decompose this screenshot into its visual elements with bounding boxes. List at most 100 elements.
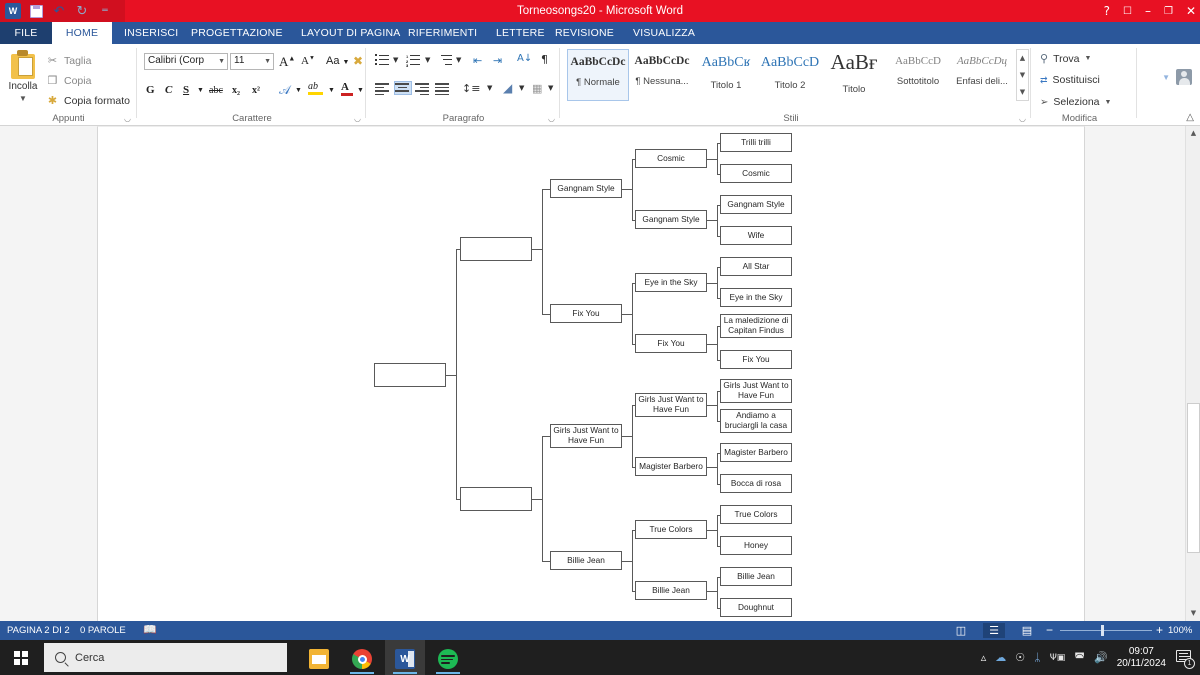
grow-font-button[interactable]: A▲: [279, 54, 295, 70]
notifications-icon[interactable]: 1: [1175, 648, 1195, 669]
proofing-errors-icon[interactable]: 📖: [143, 621, 157, 640]
tab-progettazione[interactable]: PROGETTAZIONE: [182, 22, 292, 44]
font-dialog-launcher[interactable]: ◡: [354, 114, 361, 123]
bracket-node-quarterfinal-4[interactable]: Billie Jean: [550, 551, 622, 570]
volume-icon[interactable]: 🔊: [1094, 651, 1108, 664]
tab-inserisci[interactable]: INSERISCI: [115, 22, 187, 44]
bracket-node-competitor-8[interactable]: Fix You: [720, 350, 792, 369]
chevron-down-icon[interactable]: ▼: [264, 58, 271, 65]
help-icon[interactable]: ?: [1104, 4, 1110, 18]
bracket-node-competitor-15[interactable]: Billie Jean: [720, 567, 792, 586]
bracket-node-semifinal-1[interactable]: [460, 237, 532, 261]
network-icon[interactable]: ◚: [1074, 651, 1085, 664]
change-case-button[interactable]: Aa ▼: [326, 55, 349, 67]
bracket-node-quarterfinal-1[interactable]: Gangnam Style: [550, 179, 622, 198]
line-spacing-icon[interactable]: ↕≡: [462, 82, 480, 95]
tab-home[interactable]: HOME: [52, 22, 112, 44]
bracket-node-competitor-16[interactable]: Doughnut: [720, 598, 792, 617]
copy-button[interactable]: ❐ Copia: [46, 74, 92, 87]
close-icon[interactable]: ✕: [1186, 4, 1196, 18]
taskbar-google-chrome[interactable]: [342, 640, 382, 675]
bracket-node-competitor-11[interactable]: Magister Barbero: [720, 443, 792, 462]
line-spacing-dropdown-icon[interactable]: ▼: [487, 84, 492, 92]
bracket-node-round-of-16-1[interactable]: Cosmic: [635, 149, 707, 168]
style-sottotitolo[interactable]: AaBbCcD Sottotitolo: [887, 49, 949, 101]
style-titolo[interactable]: AaBғ Titolo: [823, 49, 885, 101]
bullets-dropdown-icon[interactable]: ▼: [393, 56, 398, 64]
taskbar-microsoft-word[interactable]: W: [385, 640, 425, 675]
zoom-slider-track[interactable]: [1060, 630, 1152, 631]
scrollbar-thumb[interactable]: [1187, 403, 1200, 553]
document-page[interactable]: Gangnam Style Fix You Girls Just Want to H…: [97, 126, 1085, 621]
onedrive-icon[interactable]: ☁: [995, 651, 1006, 664]
styles-scrollbar[interactable]: ▲ ▼ ▼: [1016, 49, 1029, 101]
styles-more-icon[interactable]: ▼: [1017, 84, 1028, 101]
bracket-node-competitor-9[interactable]: Girls Just Want to Have Fun: [720, 379, 792, 403]
tab-layout-di-pagina[interactable]: LAYOUT DI PAGINA: [292, 22, 409, 44]
scroll-down-icon[interactable]: ▼: [1186, 606, 1200, 621]
zoom-in-button[interactable]: +: [1156, 621, 1163, 640]
style-normale[interactable]: AaBbCcDc ¶ Normale: [567, 49, 629, 101]
bracket-node-final-1[interactable]: [374, 363, 446, 387]
paste-dropdown-icon[interactable]: ▼: [2, 94, 44, 103]
align-center-button[interactable]: [394, 81, 412, 95]
styles-scroll-down-icon[interactable]: ▼: [1017, 67, 1028, 84]
tab-file[interactable]: FILE: [0, 22, 52, 44]
styles-scroll-up-icon[interactable]: ▲: [1017, 50, 1028, 67]
print-layout-button[interactable]: ☰: [983, 623, 1005, 638]
bracket-node-round-of-16-2[interactable]: Gangnam Style: [635, 210, 707, 229]
word-count[interactable]: 0 PAROLE: [80, 621, 126, 640]
bracket-node-quarterfinal-3[interactable]: Girls Just Want to Have Fun: [550, 424, 622, 448]
superscript-button[interactable]: x²: [252, 85, 260, 96]
bracket-node-competitor-5[interactable]: All Star: [720, 257, 792, 276]
bluetooth-icon[interactable]: ᛦ: [1034, 651, 1041, 664]
numbering-icon[interactable]: 123: [406, 54, 421, 68]
style-titolo-2[interactable]: AaBbCcD Titolo 2: [759, 49, 821, 101]
underline-button[interactable]: S: [183, 84, 189, 96]
sort-icon[interactable]: A↓: [517, 53, 532, 64]
bracket-node-competitor-4[interactable]: Wife: [720, 226, 792, 245]
decrease-indent-icon[interactable]: ⇤: [473, 54, 482, 67]
styles-dialog-launcher[interactable]: ◡: [1019, 114, 1026, 123]
bracket-node-round-of-16-6[interactable]: Magister Barbero: [635, 457, 707, 476]
text-effects-dropdown-icon[interactable]: ▼: [295, 86, 302, 94]
borders-dropdown-icon[interactable]: ▼: [548, 84, 553, 92]
read-mode-button[interactable]: ◫: [950, 623, 972, 638]
bracket-node-competitor-6[interactable]: Eye in the Sky: [720, 288, 792, 307]
paste-label[interactable]: Incolla: [2, 81, 44, 92]
numbering-dropdown-icon[interactable]: ▼: [425, 56, 430, 64]
bracket-node-competitor-2[interactable]: Cosmic: [720, 164, 792, 183]
keyboard-language-icon[interactable]: Ψ▣: [1050, 653, 1066, 663]
bracket-node-round-of-16-7[interactable]: True Colors: [635, 520, 707, 539]
start-button[interactable]: [0, 640, 44, 675]
bracket-node-round-of-16-5[interactable]: Girls Just Want to Have Fun: [635, 393, 707, 417]
shading-icon[interactable]: ◢: [503, 81, 512, 95]
find-button[interactable]: ⚲ Trova ▼: [1040, 52, 1092, 66]
select-button[interactable]: ➢ Seleziona ▼: [1040, 96, 1111, 108]
italic-button[interactable]: C: [165, 84, 172, 96]
zoom-slider-thumb[interactable]: [1101, 625, 1104, 636]
bracket-node-semifinal-2[interactable]: [460, 487, 532, 511]
increase-indent-icon[interactable]: ⇥: [493, 54, 502, 67]
shading-dropdown-icon[interactable]: ▼: [519, 84, 524, 92]
vertical-scrollbar[interactable]: ▲ ▼: [1185, 126, 1200, 621]
paragraph-dialog-launcher[interactable]: ◡: [548, 114, 555, 123]
tab-lettere[interactable]: LETTERE: [487, 22, 554, 44]
subscript-button[interactable]: x₂: [232, 85, 240, 96]
bracket-node-competitor-10[interactable]: Andiamo a bruciargli la casa: [720, 409, 792, 433]
font-size-input[interactable]: 11 ▼: [230, 53, 274, 70]
user-avatar[interactable]: [1176, 69, 1192, 85]
onedrive-sync-icon[interactable]: ☉: [1015, 651, 1025, 664]
shrink-font-button[interactable]: A▼: [301, 55, 315, 67]
bracket-node-round-of-16-4[interactable]: Fix You: [635, 334, 707, 353]
format-painter-button[interactable]: ✱ Copia formato: [46, 94, 130, 107]
find-dropdown-icon[interactable]: ▼: [1085, 55, 1092, 62]
underline-dropdown-icon[interactable]: ▼: [197, 86, 204, 94]
highlight-dropdown-icon[interactable]: ▼: [328, 86, 335, 94]
ribbon-display-options-icon[interactable]: ☐: [1123, 6, 1132, 17]
chevron-down-icon[interactable]: ▼: [218, 58, 225, 65]
restore-icon[interactable]: ❐: [1164, 6, 1173, 17]
justify-button[interactable]: [435, 82, 451, 95]
cut-button[interactable]: ✂ Taglia: [46, 54, 92, 67]
bracket-node-round-of-16-3[interactable]: Eye in the Sky: [635, 273, 707, 292]
